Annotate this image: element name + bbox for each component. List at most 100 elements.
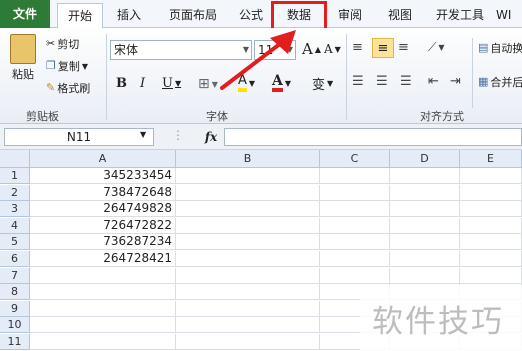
grid-cell[interactable]	[320, 251, 390, 267]
column-header-b[interactable]: B	[176, 150, 320, 168]
grid-cell[interactable]	[460, 234, 522, 251]
align-bottom-button[interactable]: ≡	[398, 40, 409, 55]
row-header[interactable]: 10	[0, 317, 30, 334]
tab-file[interactable]: 文件	[0, 0, 50, 28]
phonetic-button[interactable]: 变 ▼	[312, 74, 333, 93]
increase-indent-button[interactable]: ⇥	[450, 74, 461, 89]
grid-cell[interactable]	[30, 300, 176, 317]
grid-cell[interactable]	[176, 284, 320, 301]
grid-cell[interactable]	[30, 284, 176, 301]
grid-cell[interactable]	[390, 217, 460, 234]
grid-cell[interactable]	[176, 317, 320, 334]
align-right-button[interactable]: ☰	[400, 74, 412, 89]
font-size-select[interactable]: 11 ▼	[254, 40, 296, 60]
font-color-button[interactable]: A ▼	[272, 74, 291, 92]
border-button[interactable]: ⊞ ▼	[198, 76, 218, 92]
shrink-font-button[interactable]: A ▼	[324, 42, 341, 56]
grid-cell[interactable]: 736287234	[30, 234, 176, 251]
grid-cell[interactable]	[390, 184, 460, 201]
font-name-select[interactable]: 宋体 ▼	[110, 40, 252, 60]
row-header[interactable]: 1	[0, 168, 30, 184]
wrap-text-button[interactable]: ▤ 自动换	[478, 40, 522, 56]
tab-formulas[interactable]: 公式	[232, 3, 270, 28]
grid-cell[interactable]	[176, 217, 320, 234]
align-left-button[interactable]: ☰	[352, 74, 364, 89]
grid-cell[interactable]	[390, 201, 460, 218]
grid-cell[interactable]	[390, 267, 460, 284]
column-header-e[interactable]: E	[460, 150, 522, 168]
column-header-d[interactable]: D	[390, 150, 460, 168]
row-header[interactable]: 7	[0, 267, 30, 284]
grid-cell[interactable]	[320, 234, 390, 251]
insert-function-button[interactable]: fx	[200, 128, 222, 146]
name-box[interactable]: N11	[4, 128, 154, 146]
grid-cell[interactable]	[320, 201, 390, 218]
align-center-button[interactable]: ☰	[376, 74, 388, 89]
grid-cell[interactable]	[176, 234, 320, 251]
grid-cell[interactable]: 264749828	[30, 201, 176, 218]
tab-insert[interactable]: 插入	[108, 3, 150, 28]
merge-center-button[interactable]: ▦ 合并后	[478, 74, 522, 90]
italic-button[interactable]: I	[140, 76, 145, 91]
row-header[interactable]: 11	[0, 334, 30, 350]
grid-cell[interactable]	[460, 184, 522, 201]
align-top-button[interactable]: ≡	[352, 40, 363, 55]
grid-cell[interactable]	[320, 184, 390, 201]
column-header-a[interactable]: A	[30, 150, 176, 168]
grid-cell[interactable]	[30, 334, 176, 350]
ribbon-tab-bar: 文件 开始 插入 页面布局 公式 数据 审阅 视图 开发工具 WI	[0, 0, 522, 29]
grid-cell[interactable]	[460, 267, 522, 284]
format-painter-button[interactable]: ✎ 格式刷	[46, 80, 90, 96]
tab-review[interactable]: 审阅	[330, 3, 370, 28]
grid-cell[interactable]: 264728421	[30, 251, 176, 267]
grid-cell[interactable]	[320, 217, 390, 234]
chevron-down-icon[interactable]: ▼	[140, 130, 146, 139]
row-header[interactable]: 6	[0, 251, 30, 267]
row-header[interactable]: 3	[0, 201, 30, 218]
tab-page-layout[interactable]: 页面布局	[160, 3, 226, 28]
grid-cell[interactable]	[390, 234, 460, 251]
orientation-button[interactable]: ⟋ ▼	[428, 40, 445, 55]
tab-home[interactable]: 开始	[57, 3, 103, 29]
column-header-c[interactable]: C	[320, 150, 390, 168]
grid-cell[interactable]	[176, 334, 320, 350]
cut-button[interactable]: ✂ 剪切	[46, 36, 79, 52]
grid-cell[interactable]: 345233454	[30, 168, 176, 184]
row-header[interactable]: 9	[0, 300, 30, 317]
grid-cell[interactable]	[176, 267, 320, 284]
row-header[interactable]: 4	[0, 217, 30, 234]
tab-more[interactable]: WI	[496, 3, 522, 28]
select-all-corner[interactable]	[0, 150, 30, 168]
grid-cell[interactable]	[320, 267, 390, 284]
grid-cell[interactable]	[390, 168, 460, 184]
row-header[interactable]: 2	[0, 184, 30, 201]
grid-cell[interactable]	[460, 201, 522, 218]
grid-cell[interactable]	[460, 217, 522, 234]
grid-cell[interactable]: 726472822	[30, 217, 176, 234]
grid-cell[interactable]	[320, 168, 390, 184]
grid-cell[interactable]	[176, 168, 320, 184]
grid-cell[interactable]	[176, 251, 320, 267]
bold-button[interactable]: B	[116, 76, 127, 91]
grid-cell[interactable]	[176, 201, 320, 218]
grid-cell[interactable]: 738472648	[30, 184, 176, 201]
tab-developer[interactable]: 开发工具	[428, 3, 492, 28]
fill-color-button[interactable]: A ▼	[238, 74, 255, 92]
grid-cell[interactable]	[460, 168, 522, 184]
grid-cell[interactable]	[176, 184, 320, 201]
tab-view[interactable]: 视图	[380, 3, 420, 28]
grid-cell[interactable]	[460, 251, 522, 267]
grid-cell[interactable]	[390, 251, 460, 267]
grid-cell[interactable]	[176, 300, 320, 317]
row-header[interactable]: 5	[0, 234, 30, 251]
copy-button[interactable]: ❐ 复制 ▼	[46, 58, 88, 74]
decrease-indent-button[interactable]: ⇤	[428, 74, 439, 89]
formula-input[interactable]	[224, 128, 522, 146]
align-middle-button[interactable]: ≡	[372, 38, 394, 58]
grid-cell[interactable]	[30, 267, 176, 284]
grid-cell[interactable]	[30, 317, 176, 334]
underline-button[interactable]: U ▼	[162, 76, 181, 91]
row-header[interactable]: 8	[0, 284, 30, 301]
paste-button[interactable]: 粘贴	[6, 34, 40, 82]
grow-font-button[interactable]: A ▲	[302, 40, 321, 58]
